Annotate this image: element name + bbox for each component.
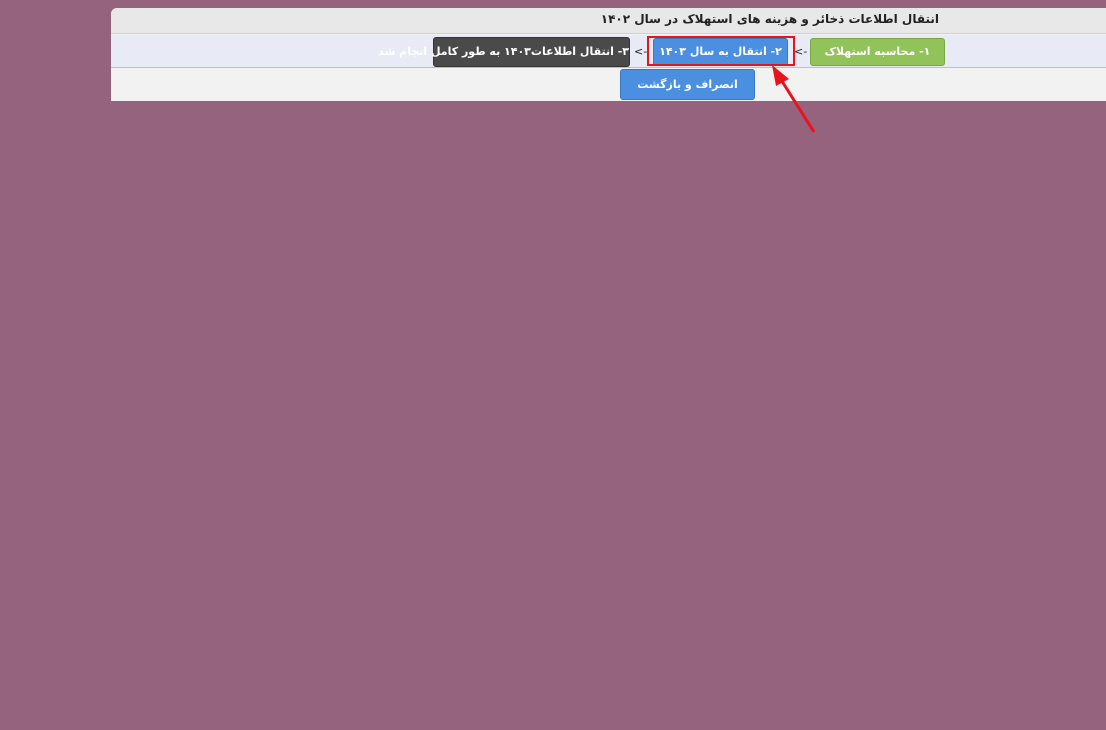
window-title: انتقال اطلاعات ذخائر و هزینه های استهلاک…: [600, 12, 939, 26]
steps-row: ۱- محاسبه استهلاک <- ۲- انتقال به سال ۱۴…: [111, 35, 1106, 68]
transfer-panel: انتقال اطلاعات ذخائر و هزینه های استهلاک…: [111, 8, 1106, 101]
step-arrow-separator: <-: [634, 45, 648, 58]
step1-calculate-depreciation-button[interactable]: ۱- محاسبه استهلاک: [810, 38, 945, 66]
title-bar: انتقال اطلاعات ذخائر و هزینه های استهلاک…: [111, 8, 1106, 34]
step2-transfer-to-year-button[interactable]: ۲- انتقال به سال ۱۴۰۳: [653, 38, 788, 66]
step-arrow-separator: <-: [794, 45, 808, 58]
step3-transfer-complete-button[interactable]: ۳- انتقال اطلاعات۱۴۰۳ به طور کامل انجام …: [378, 37, 630, 67]
annotation-arrow-icon: [772, 65, 816, 133]
cancel-and-return-button[interactable]: انصراف و بازگشت: [620, 69, 755, 100]
